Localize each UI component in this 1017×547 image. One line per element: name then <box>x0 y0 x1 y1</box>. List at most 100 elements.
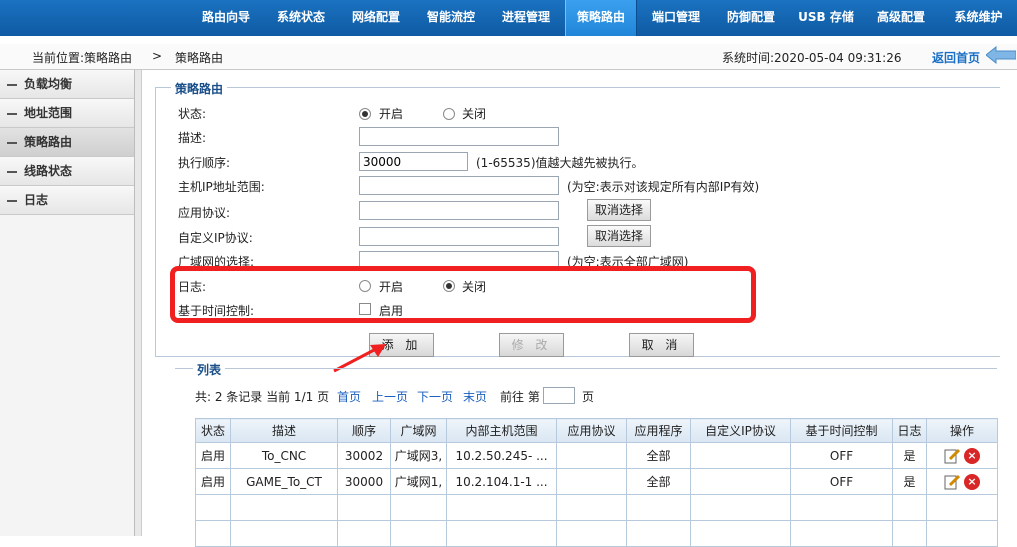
page-number-input[interactable] <box>543 387 575 404</box>
cell-custom-ip <box>690 442 791 469</box>
col-desc: 描述 <box>230 418 338 443</box>
table-row-empty <box>195 494 998 521</box>
dash-icon <box>7 113 17 115</box>
list-legend: 列表 <box>193 361 226 378</box>
sidebar-item-address-range[interactable]: 地址范围 <box>0 99 134 128</box>
col-wan: 广域网 <box>390 418 447 443</box>
tab-route-wizard[interactable]: 路由向导 <box>191 0 261 36</box>
cell-action: × <box>926 442 998 469</box>
sidebar-item-line-status[interactable]: 线路状态 <box>0 157 134 186</box>
form-legend: 策略路由 <box>171 80 228 97</box>
dash-icon <box>7 171 17 173</box>
table-row[interactable]: 启用 GAME_To_CT 30000 广域网1, 10.2.104.1-1 .… <box>195 468 998 495</box>
custom-ip-input[interactable] <box>359 227 559 246</box>
tab-policy-route[interactable]: 策略路由 <box>565 0 637 36</box>
sidebar-scrollbar[interactable] <box>135 70 142 536</box>
cell-app-protocol <box>556 442 627 469</box>
cell-time-control: OFF <box>790 442 893 469</box>
order-hint: (1-65535)值越大越先被执行。 <box>476 156 644 170</box>
cell-custom-ip <box>690 468 791 495</box>
log-on-label: 开启 <box>379 280 404 294</box>
cell-desc: To_CNC <box>230 442 338 469</box>
cancel-button[interactable]: 取 消 <box>629 333 694 357</box>
table-row[interactable]: 启用 To_CNC 30002 广域网3, 10.2.50.245- ... 全… <box>195 442 998 469</box>
home-link[interactable]: 返回首页 <box>932 49 980 66</box>
tab-advanced-config[interactable]: 高级配置 <box>866 0 936 36</box>
order-label: 执行顺序: <box>178 156 231 170</box>
cell-status: 启用 <box>195 442 231 469</box>
breadcrumb-location: 当前位置:策略路由 <box>32 51 133 65</box>
sidebar-item-load-balance[interactable]: 负载均衡 <box>0 70 134 99</box>
col-time-control: 基于时间控制 <box>790 418 893 443</box>
cell-order: 30002 <box>337 442 391 469</box>
dash-icon <box>7 142 17 144</box>
time-control-option: 启用 <box>379 304 404 318</box>
custom-ip-label: 自定义IP协议: <box>178 231 253 245</box>
edit-icon[interactable] <box>944 448 960 464</box>
page-suffix: 页 <box>582 390 595 404</box>
status-label: 状态: <box>178 107 207 121</box>
cell-status: 启用 <box>195 468 231 495</box>
cell-log: 是 <box>892 442 927 469</box>
log-off-label: 关闭 <box>462 280 487 294</box>
breadcrumb-separator: > <box>152 49 163 63</box>
col-order: 顺序 <box>337 418 391 443</box>
cell-app-protocol <box>556 468 627 495</box>
cell-wan: 广域网3, <box>390 442 447 469</box>
delete-icon[interactable]: × <box>964 447 980 464</box>
record-summary: 共: 2 条记录 当前 1/1 页 <box>195 390 330 404</box>
tab-usb-storage[interactable]: USB 存储 <box>790 0 862 36</box>
modify-button[interactable]: 修 改 <box>499 333 564 357</box>
dash-icon <box>7 84 17 86</box>
cancel-select-app-button[interactable]: 取消选择 <box>587 199 651 221</box>
host-range-input[interactable] <box>359 176 559 195</box>
tab-system-status[interactable]: 系统状态 <box>266 0 336 36</box>
tab-network-config[interactable]: 网络配置 <box>341 0 411 36</box>
status-on-label: 开启 <box>379 107 404 121</box>
cell-app: 全部 <box>626 442 691 469</box>
app-protocol-label: 应用协议: <box>178 206 231 220</box>
delete-icon[interactable]: × <box>964 473 980 490</box>
sidebar-item-label: 地址范围 <box>24 106 73 120</box>
order-input[interactable] <box>359 152 468 171</box>
last-page-link[interactable]: 末页 <box>463 389 487 405</box>
col-app: 应用程序 <box>626 418 691 443</box>
list-divider <box>175 368 997 369</box>
prev-page-link[interactable]: 上一页 <box>372 389 408 405</box>
desc-input[interactable] <box>359 127 559 146</box>
red-arrow-icon <box>333 344 386 373</box>
sidebar-item-policy-route[interactable]: 策略路由 <box>0 128 134 157</box>
dash-icon <box>7 200 17 202</box>
tab-defense-config[interactable]: 防御配置 <box>716 0 786 36</box>
cell-action: × <box>926 468 998 495</box>
cell-desc: GAME_To_CT <box>230 468 338 495</box>
cell-app: 全部 <box>626 468 691 495</box>
tab-system-maintenance[interactable]: 系统维护 <box>940 0 1017 36</box>
top-nav: 路由向导 系统状态 网络配置 智能流控 进程管理 策略路由 端口管理 防御配置 … <box>0 0 1017 36</box>
tab-process-mgmt[interactable]: 进程管理 <box>491 0 561 36</box>
system-time: 系统时间:2020-05-04 09:31:26 <box>722 51 902 65</box>
host-range-hint: (为空:表示对该规定所有内部IP有效) <box>567 180 760 194</box>
col-custom-ip: 自定义IP协议 <box>690 418 791 443</box>
time-control-checkbox[interactable] <box>359 303 371 315</box>
host-range-label: 主机IP地址范围: <box>178 180 265 194</box>
cell-order: 30000 <box>337 468 391 495</box>
nav-gap <box>0 36 1017 44</box>
edit-icon[interactable] <box>944 474 960 490</box>
tab-port-mgmt[interactable]: 端口管理 <box>641 0 711 36</box>
sidebar-item-label: 负载均衡 <box>24 77 73 91</box>
cancel-select-custom-ip-button[interactable]: 取消选择 <box>587 225 651 247</box>
app-protocol-input[interactable] <box>359 201 559 220</box>
sidebar-item-log[interactable]: 日志 <box>0 186 134 215</box>
log-on-radio[interactable] <box>359 280 371 292</box>
first-page-link[interactable]: 首页 <box>337 389 361 405</box>
status-on-radio[interactable] <box>359 108 371 120</box>
cell-wan: 广域网1, <box>390 468 447 495</box>
cell-host-range: 10.2.104.1-1 ... <box>446 468 557 495</box>
back-arrow-icon[interactable] <box>986 46 1016 64</box>
tab-smart-flow[interactable]: 智能流控 <box>416 0 486 36</box>
status-off-radio[interactable] <box>443 108 455 120</box>
log-off-radio[interactable] <box>443 280 455 292</box>
next-page-link[interactable]: 下一页 <box>417 389 453 405</box>
sidebar-item-label: 日志 <box>24 193 49 207</box>
